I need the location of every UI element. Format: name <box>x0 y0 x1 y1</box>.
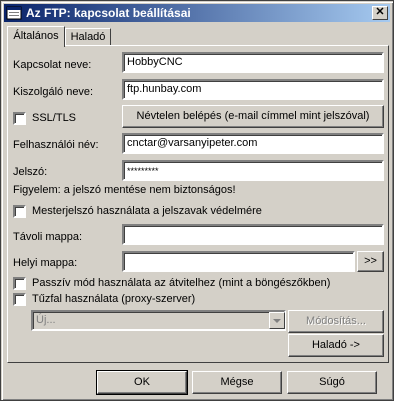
help-button[interactable]: Súgó <box>287 371 377 394</box>
tab-advanced[interactable]: Haladó <box>65 28 111 46</box>
cancel-button[interactable]: Mégse <box>192 371 282 394</box>
close-button[interactable]: ✕ <box>372 6 388 20</box>
tab-panel-general <box>7 45 389 363</box>
ftp-settings-dialog: Az FTP: kapcsolat beállításai ✕ Általáno… <box>0 0 394 401</box>
title-bar[interactable]: Az FTP: kapcsolat beállításai ✕ <box>4 4 390 22</box>
tab-general[interactable]: Általános <box>7 26 65 47</box>
close-icon: ✕ <box>375 6 385 18</box>
window-title: Az FTP: kapcsolat beállításai <box>26 6 191 20</box>
tab-general-label: Általános <box>13 30 59 42</box>
tab-advanced-label: Haladó <box>70 31 106 43</box>
window-app-icon <box>6 6 22 20</box>
ok-button[interactable]: OK <box>96 370 188 395</box>
